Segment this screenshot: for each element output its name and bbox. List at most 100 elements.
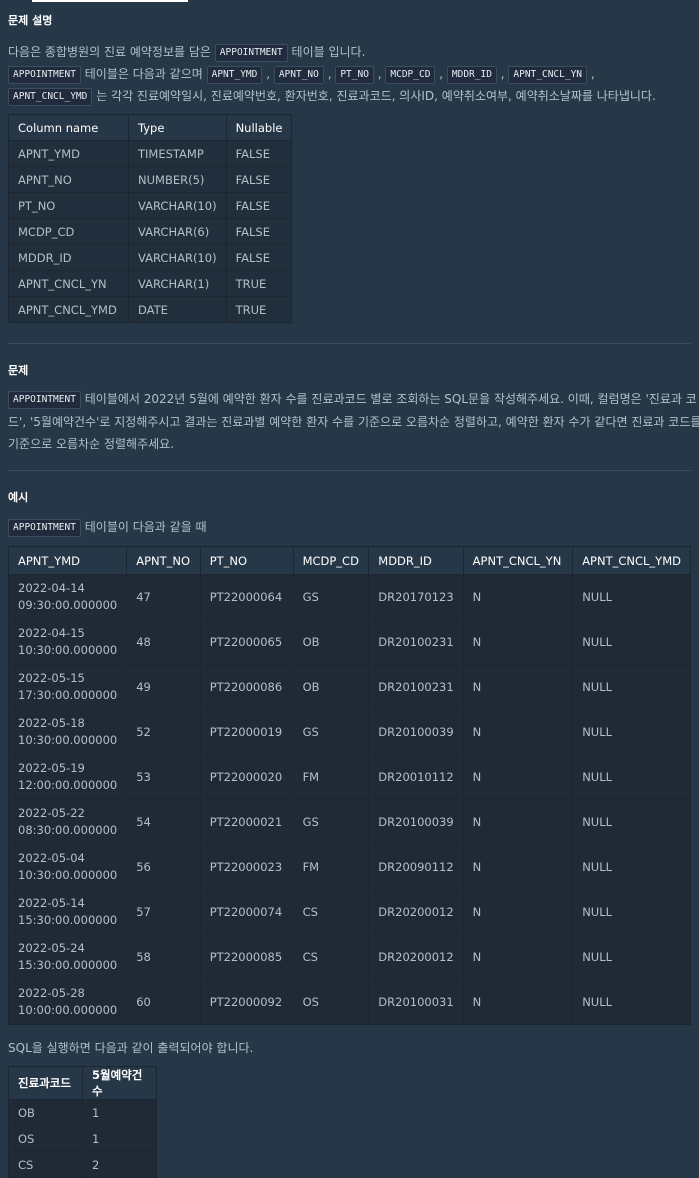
desc-line-2-text: 테이블은 다음과 같으며 xyxy=(84,67,203,81)
time-part: 17:30:00.000000 xyxy=(18,688,118,702)
date-part: 2022-05-22 xyxy=(18,806,85,820)
desc-line-3-text: 는 각각 진료예약일시, 진료예약번호, 환자번호, 진료과코드, 의사ID, … xyxy=(96,89,656,103)
table-cell: N xyxy=(462,889,574,935)
table-cell: PT22000023 xyxy=(199,844,294,890)
table-cell: OS xyxy=(292,979,370,1025)
table-cell: N xyxy=(462,709,574,755)
table-cell: 2022-05-19 12:00:00.000000 xyxy=(7,754,128,800)
table-header-cell: 진료과코드 xyxy=(8,1066,83,1100)
column-code: APNT_YMD xyxy=(206,66,263,84)
table-row: 2022-05-18 10:30:00.000000 52 PT22000019 … xyxy=(7,709,691,755)
table-header-cell: Nullable xyxy=(225,114,293,141)
table-cell: OS xyxy=(8,1125,83,1152)
table-cell: N xyxy=(462,979,574,1025)
table-cell: DR20100231 xyxy=(368,619,464,665)
table-cell: PT22000019 xyxy=(199,709,294,755)
table-cell: 52 xyxy=(126,709,201,755)
date-part: 2022-05-14 xyxy=(18,896,85,910)
column-code: MDDR_ID xyxy=(446,66,497,84)
table-cell: 2022-05-24 15:30:00.000000 xyxy=(7,934,128,980)
date-part: 2022-05-24 xyxy=(18,941,85,955)
table-cell: N xyxy=(462,664,574,710)
column-code: APNT_CNCL_YMD xyxy=(8,88,93,106)
table-row: MDDR_ID VARCHAR(10) FALSE xyxy=(8,244,293,271)
section-divider xyxy=(8,343,691,344)
table-cell: PT22000065 xyxy=(199,619,294,665)
table-row: APNT_YMD TIMESTAMP FALSE xyxy=(8,140,293,167)
table-cell: 60 xyxy=(126,979,201,1025)
time-part: 10:30:00.000000 xyxy=(18,643,118,657)
table-row: APNT_CNCL_YMD DATE TRUE xyxy=(8,296,293,323)
appointment-code: APPOINTMENT xyxy=(8,391,81,409)
table-cell: NUMBER(5) xyxy=(128,166,227,193)
table-cell: CS xyxy=(292,934,370,980)
table-row: APNT_NO NUMBER(5) FALSE xyxy=(8,166,293,193)
problem-line-1-text: 테이블에서 2022년 5월에 예약한 환자 수를 진료과코드 별로 조회하는 … xyxy=(84,392,697,406)
result-table: 진료과코드 5월예약건수 OB 1 OS 1 CS 2 xyxy=(8,1066,157,1178)
example-intro-text: 테이블이 다음과 같을 때 xyxy=(84,520,207,534)
desc-line-1-suffix: 테이블 입니다. xyxy=(291,45,366,59)
date-part: 2022-05-18 xyxy=(18,716,85,730)
table-cell: NULL xyxy=(572,844,691,890)
table-row: 2022-05-19 12:00:00.000000 53 PT22000020 … xyxy=(7,754,691,800)
table-cell: 53 xyxy=(126,754,201,800)
appointment-code: APPOINTMENT xyxy=(8,66,81,84)
desc-line-2: APPOINTMENT 테이블은 다음과 같으며 APNT_YMD , APNT… xyxy=(8,65,698,84)
table-header-row: Column name Type Nullable xyxy=(8,114,293,141)
table-cell: 57 xyxy=(126,889,201,935)
table-cell: PT22000064 xyxy=(199,574,294,620)
table-cell: FM xyxy=(292,754,370,800)
table-cell: DR20170123 xyxy=(368,574,464,620)
table-cell: NULL xyxy=(572,574,691,620)
table-cell: TRUE xyxy=(225,270,293,297)
problem-line-2: 드', '5월예약건수'로 지정해주시고 결과는 진료과별 예약한 환자 수를 … xyxy=(8,415,699,429)
section-heading-problem: 문제 xyxy=(8,364,29,377)
desc-line-1-text: 다음은 종합병원의 진료 예약정보를 담은 xyxy=(8,45,211,59)
table-cell: OB xyxy=(292,664,370,710)
date-part: 2022-05-04 xyxy=(18,851,85,865)
table-header-cell: APNT_CNCL_YMD xyxy=(572,546,691,575)
example-intro: APPOINTMENT 테이블이 다음과 같을 때 xyxy=(8,518,207,537)
table-row: 2022-05-04 10:30:00.000000 56 PT22000023 … xyxy=(7,844,691,890)
time-part: 10:30:00.000000 xyxy=(18,733,118,747)
table-cell: FM xyxy=(292,844,370,890)
time-part: 10:30:00.000000 xyxy=(18,868,118,882)
table-cell: APNT_CNCL_YN xyxy=(8,270,129,297)
column-code: MCDP_CD xyxy=(385,66,436,84)
table-row: OS 1 xyxy=(8,1125,157,1152)
table-cell: N xyxy=(462,799,574,845)
date-part: 2022-04-14 xyxy=(18,581,85,595)
column-code: PT_NO xyxy=(335,66,374,84)
table-row: 2022-05-15 17:30:00.000000 49 PT22000086 … xyxy=(7,664,691,710)
table-cell: DR20090112 xyxy=(368,844,464,890)
table-cell: MCDP_CD xyxy=(8,218,129,245)
table-cell: APNT_YMD xyxy=(8,140,129,167)
table-cell: DR20200012 xyxy=(368,934,464,980)
table-header-row: 진료과코드 5월예약건수 xyxy=(8,1066,157,1100)
table-cell: 2022-05-15 17:30:00.000000 xyxy=(7,664,128,710)
table-row: 2022-04-14 09:30:00.000000 47 PT22000064 … xyxy=(7,574,691,620)
table-cell: DR20100039 xyxy=(368,799,464,845)
table-cell: TIMESTAMP xyxy=(128,140,227,167)
time-part: 12:00:00.000000 xyxy=(18,778,118,792)
table-cell: 58 xyxy=(126,934,201,980)
section-heading-example: 예시 xyxy=(8,491,29,504)
table-header-cell: Column name xyxy=(8,114,129,141)
table-cell: 1 xyxy=(82,1099,157,1126)
table-cell: N xyxy=(462,754,574,800)
table-cell: DR20100039 xyxy=(368,709,464,755)
problem-line-3: 기준으로 오름차순 정렬해주세요. xyxy=(8,437,175,451)
table-cell: NULL xyxy=(572,709,691,755)
table-row: APNT_CNCL_YN VARCHAR(1) TRUE xyxy=(8,270,293,297)
table-cell: OB xyxy=(292,619,370,665)
table-cell: 2022-04-14 09:30:00.000000 xyxy=(7,574,128,620)
table-cell: N xyxy=(462,574,574,620)
table-header-row: APNT_YMD APNT_NO PT_NO MCDP_CD MDDR_ID A… xyxy=(7,546,691,575)
table-cell: PT22000092 xyxy=(199,979,294,1025)
problem-line-1: APPOINTMENT 테이블에서 2022년 5월에 예약한 환자 수를 진료… xyxy=(8,390,698,409)
table-cell: N xyxy=(462,934,574,980)
time-part: 15:30:00.000000 xyxy=(18,913,118,927)
table-cell: APNT_CNCL_YMD xyxy=(8,296,129,323)
table-cell: FALSE xyxy=(225,140,293,167)
table-cell: 2 xyxy=(82,1151,157,1178)
